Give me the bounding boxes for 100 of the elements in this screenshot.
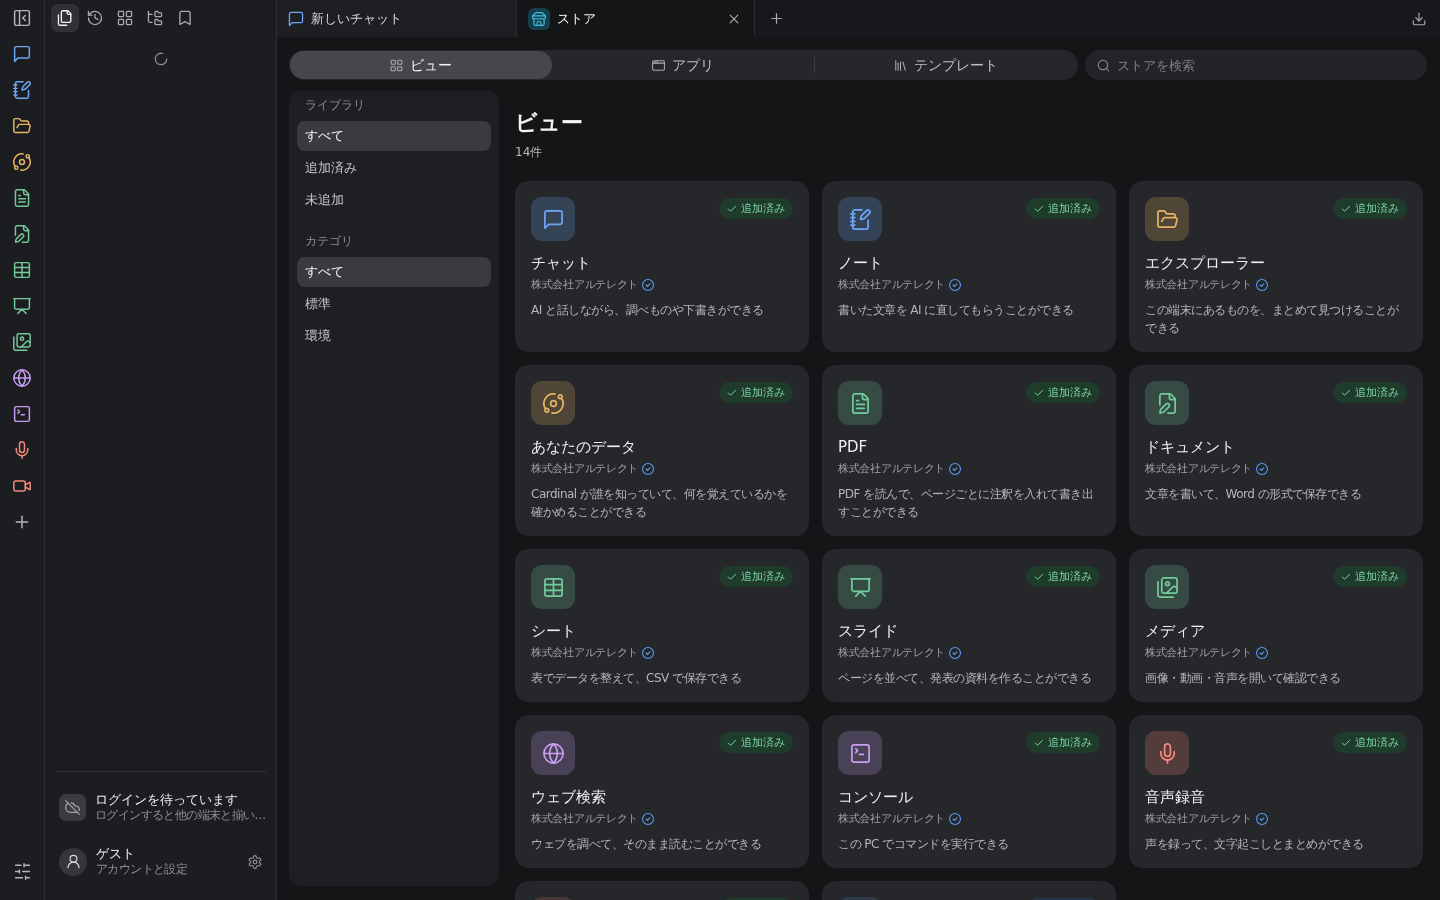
images-icon[interactable] [13, 333, 31, 351]
check-icon [1034, 203, 1044, 214]
publisher-name: 株式会社アルテレクト [838, 277, 945, 293]
files-icon[interactable] [51, 4, 79, 32]
app-description: AI と話しながら、調べものや下書きができる [531, 302, 765, 319]
plus-icon[interactable] [768, 11, 784, 26]
verified-icon [1256, 279, 1268, 291]
badge-label: 追加済み [1355, 571, 1399, 582]
table-icon[interactable] [13, 261, 31, 279]
tab[interactable]: 新しいチャット [277, 0, 516, 37]
publisher-name: 株式会社アルテレクト [531, 461, 638, 477]
sidebar-toggle-icon[interactable] [13, 9, 31, 27]
filter-item[interactable]: 未追加 [297, 185, 491, 215]
app-card[interactable]: 追加済み ノート 株式会社アルテレクト 書いた文章を AI に直してもらうことができる [822, 181, 1116, 352]
badge-label: 追加済み [1048, 571, 1092, 582]
app-card[interactable]: 追加済み PDF 株式会社アルテレクト PDF を読んで、ページごとに注釈を入れて書き出すことができる [822, 365, 1116, 536]
verified-icon [949, 813, 961, 825]
account-name[interactable]: ゲスト [96, 846, 135, 862]
library-icon [894, 58, 907, 72]
app-title: エクスプローラー [1145, 253, 1266, 273]
app-card[interactable]: 追加済み コンソール 株式会社アルテレクト この PC でコマンドを実行できる [822, 715, 1116, 868]
app-title: シート [531, 621, 577, 641]
sliders-icon[interactable] [13, 862, 31, 880]
video-camera-icon[interactable] [13, 477, 31, 495]
folder-icon[interactable] [13, 117, 31, 135]
app-title: PDF [838, 437, 869, 457]
app-card[interactable]: 追加済み チャット 株式会社アルテレクト AI と話しながら、調べものや下書きができる [515, 181, 809, 352]
user-avatar-icon[interactable] [59, 847, 87, 876]
app-card[interactable]: 追加済み メディア 株式会社アルテレクト 画像・動画・音声を開いて確認できる [1129, 549, 1423, 702]
badge-label: 追加済み [1355, 387, 1399, 398]
app-description: 声を録って、文字起こしとまとめができる [1145, 836, 1365, 853]
presentation-icon[interactable] [13, 297, 31, 315]
app-description: 画像・動画・音声を開いて確認できる [1145, 670, 1342, 687]
segment-tab[interactable]: テンプレート [815, 51, 1077, 79]
check-icon [727, 571, 737, 582]
filter-heading: カテゴリ [304, 233, 354, 249]
app-card[interactable]: 追加済み 音声録音 株式会社アルテレクト 声を録って、文字起こしとまとめができる [1129, 715, 1423, 868]
app-card[interactable]: 追加済み あなたのデータ 株式会社アルテレクト Cardinal が誰を知っていて、何を覚えているかを確かめることができる [515, 365, 809, 536]
notebook-pen-icon[interactable] [13, 81, 31, 99]
app-title: チャット [531, 253, 592, 273]
app-title: ウェブ検索 [531, 787, 607, 807]
filter-item[interactable]: すべて [297, 257, 491, 287]
check-icon [1341, 387, 1351, 398]
settings-icon[interactable] [248, 854, 262, 869]
tab[interactable]: ストア [516, 0, 755, 37]
app-window-icon [652, 58, 665, 72]
publisher-name: 株式会社アルテレクト [531, 277, 638, 293]
check-icon [1341, 203, 1351, 214]
segment-tab[interactable]: ビュー [290, 51, 552, 79]
microphone-icon[interactable] [13, 441, 31, 459]
account-subtitle: アカウントと設定 [96, 862, 188, 877]
filter-item[interactable]: 標準 [297, 289, 491, 319]
login-hint: ログインすると他の端末と揃い… [95, 808, 266, 823]
app-description: PDF を読んで、ページごとに注釈を入れて書き出すことができる [838, 486, 1095, 521]
terminal-icon[interactable] [13, 405, 31, 423]
page-title: ビュー [515, 109, 584, 137]
segment-tab[interactable]: アプリ [552, 51, 814, 79]
verified-icon [642, 647, 654, 659]
badge-label: 追加済み [1048, 203, 1092, 214]
badge-label: 追加済み [1355, 203, 1399, 214]
plus-icon[interactable] [13, 513, 31, 531]
globe-icon[interactable] [13, 369, 31, 387]
search-icon [1097, 59, 1110, 72]
check-icon [1034, 387, 1044, 398]
check-icon [727, 387, 737, 398]
download-icon[interactable] [1412, 11, 1426, 26]
filter-item[interactable]: 環境 [297, 321, 491, 351]
orbit-icon[interactable] [13, 153, 31, 171]
app-card[interactable]: 追加済み ウェブ検索 株式会社アルテレクト ウェブを調べて、そのまま読むことができる [515, 715, 809, 868]
app-card[interactable]: 追加済み エクスプローラー 株式会社アルテレクト この端末にあるものを、まとめて見つけることができる [1129, 181, 1423, 352]
badge-label: 追加済み [741, 571, 785, 582]
app-card[interactable]: 追加済み ドキュメント 株式会社アルテレクト 文章を書いて、Word の形式で保存できる [1129, 365, 1423, 536]
chat-bubble-icon[interactable] [13, 45, 31, 63]
verified-icon [1256, 647, 1268, 659]
verified-icon [1256, 463, 1268, 475]
check-icon [727, 203, 737, 214]
publisher-name: 株式会社アルテレクト [1145, 461, 1252, 477]
check-icon [1034, 571, 1044, 582]
verified-icon [949, 647, 961, 659]
app-title: メディア [1145, 621, 1206, 641]
item-count: 14件 [515, 144, 544, 160]
grid-icon [390, 58, 403, 72]
search-field[interactable]: ストアを検索 [1085, 50, 1427, 80]
filter-item[interactable]: 追加済み [297, 153, 491, 183]
badge-label: 追加済み [1048, 387, 1092, 398]
app-card[interactable]: 追加済み シート 株式会社アルテレクト 表でデータを整えて、CSV で保存できる [515, 549, 809, 702]
badge-label: 追加済み [1355, 737, 1399, 748]
filter-item[interactable]: すべて [297, 121, 491, 151]
verified-icon [642, 463, 654, 475]
app-card[interactable]: 追加済み スライド 株式会社アルテレクト ページを並べて、発表の資料を作ることができる [822, 549, 1116, 702]
filter-heading: ライブラリ [304, 97, 366, 113]
app-description: 文章を書いて、Word の形式で保存できる [1145, 486, 1363, 503]
check-icon [727, 737, 737, 748]
badge-label: 追加済み [741, 387, 785, 398]
login-status: ログインを待っています [95, 792, 238, 808]
badge-label: 追加済み [1048, 737, 1092, 748]
document-icon[interactable] [13, 189, 31, 207]
file-pen-icon[interactable] [13, 225, 31, 243]
app-description: 表でデータを整えて、CSV で保存できる [531, 670, 743, 687]
check-icon [1341, 571, 1351, 582]
